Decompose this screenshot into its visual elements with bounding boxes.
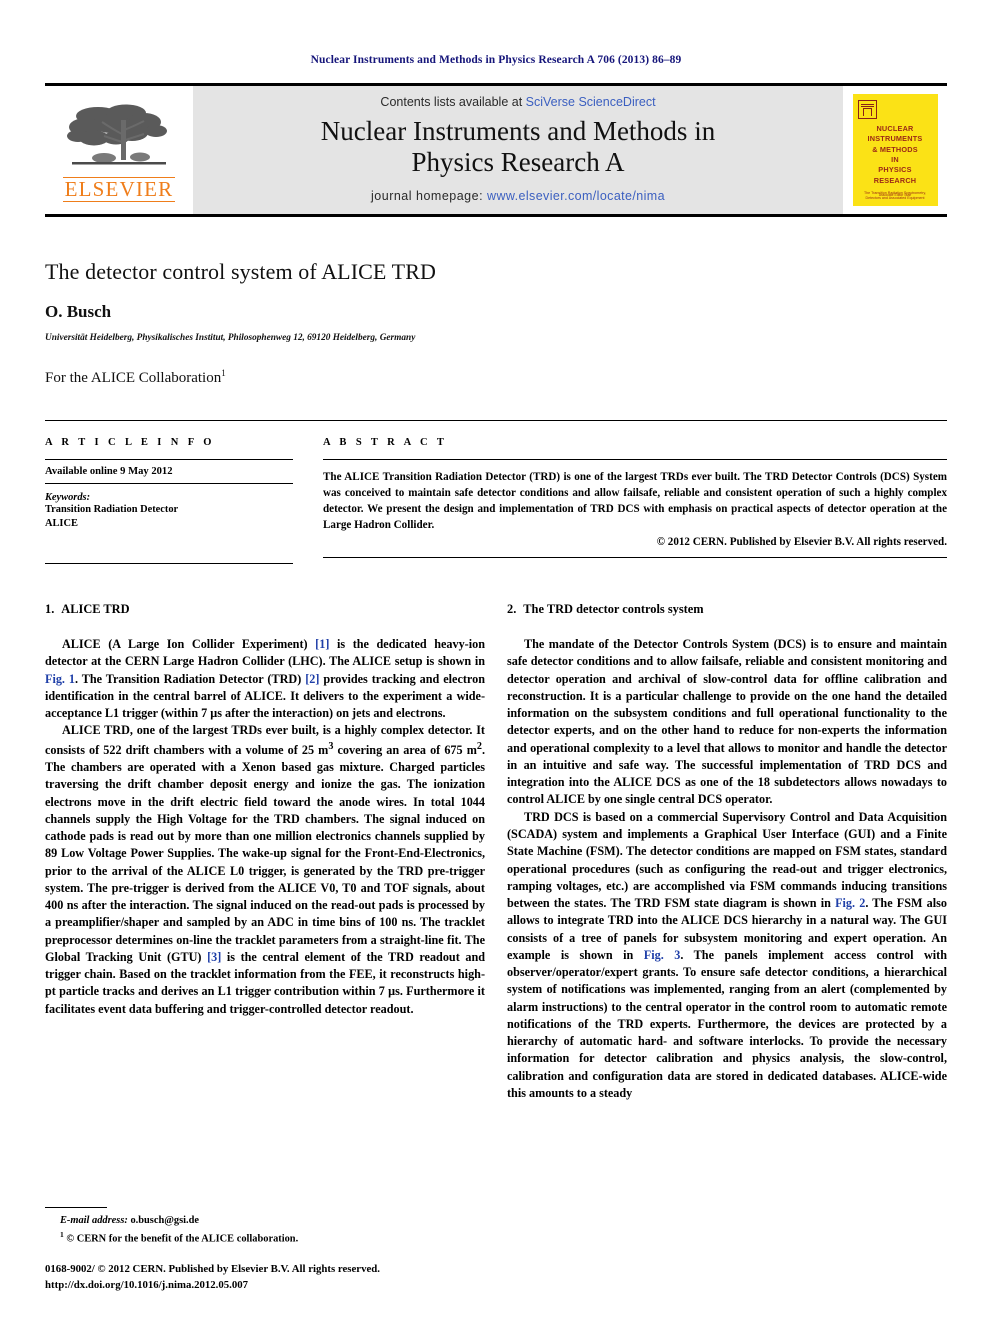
right-column: 2. The TRD detector controls system The m… (507, 602, 947, 1102)
keyword-item: Transition Radiation Detector (45, 504, 179, 515)
footnote-rule (45, 1207, 107, 1209)
abstract-rule-bottom (323, 557, 947, 559)
paragraph: TRD DCS is based on a commercial Supervi… (507, 809, 947, 1103)
collaboration-footnote: 1 © CERN for the benefit of the ALICE co… (45, 1229, 485, 1247)
text-run: . The panels implement access control wi… (507, 947, 947, 1100)
paragraph: The mandate of the Detector Controls Sys… (507, 637, 947, 807)
citation-link[interactable]: [2] (305, 672, 319, 686)
cover-title-line-6: RESEARCH (873, 175, 917, 185)
journal-cover-cell: NUCLEAR INSTRUMENTS & METHODS IN PHYSICS… (843, 86, 947, 214)
section-1-heading: 1. ALICE TRD (45, 602, 485, 617)
paragraph: ALICE (A Large Ion Collider Experiment) … (45, 636, 485, 722)
collaboration-line: For the ALICE Collaboration1 (45, 368, 947, 387)
cover-title: NUCLEAR INSTRUMENTS & METHODS IN PHYSICS… (858, 124, 933, 186)
section-2-heading: 2. The TRD detector controls system (507, 602, 947, 617)
author-affiliation: Universität Heidelberg, Physikalisches I… (45, 333, 416, 343)
body-columns: 1. ALICE TRD ALICE (A Large Ion Collider … (45, 602, 947, 1102)
journal-banner: Contents lists available at SciVerse Sci… (193, 86, 843, 214)
abstract-copyright: © 2012 CERN. Published by Elsevier B.V. … (656, 536, 947, 549)
journal-homepage-line: journal homepage: www.elsevier.com/locat… (371, 189, 665, 203)
author-name: O. Busch (45, 302, 112, 321)
available-online: Available online 9 May 2012 (45, 460, 293, 484)
abstract-column: A B S T R A C T The ALICE Transition Rad… (323, 437, 947, 564)
elsevier-tree-icon (67, 104, 167, 165)
paragraph: ALICE TRD, one of the largest TRDs ever … (45, 722, 485, 1018)
keyword-item: ALICE (45, 518, 78, 530)
title-block: The detector control system of ALICE TRD… (45, 259, 947, 387)
sciencedirect-link[interactable]: SciVerse ScienceDirect (526, 95, 656, 109)
section-2-number: 2. (507, 602, 517, 617)
cover-footer: Associate Editor Staff (878, 193, 912, 197)
abstract-text: The ALICE Transition Radiation Detector … (323, 471, 947, 532)
journal-masthead: ELSEVIER Contents lists available at Sci… (45, 83, 947, 217)
elsevier-logo: ELSEVIER (45, 86, 193, 214)
paper-page: Nuclear Instruments and Methods in Physi… (0, 0, 992, 1323)
section-2-title: The TRD detector controls system (523, 602, 704, 617)
homepage-prefix: journal homepage: (371, 188, 488, 203)
left-column: 1. ALICE TRD ALICE (A Large Ion Collider … (45, 602, 485, 1102)
journal-title: Nuclear Instruments and Methods in Physi… (321, 116, 715, 178)
journal-homepage-link[interactable]: www.elsevier.com/locate/nima (487, 189, 665, 203)
paper-title: The detector control system of ALICE TRD (45, 259, 436, 284)
text-run: covering an area of 675 m (333, 742, 477, 757)
figure-link[interactable]: Fig. 3 (644, 948, 681, 962)
article-info-rule-bottom (45, 563, 293, 565)
abstract-heading: A B S T R A C T (323, 437, 448, 448)
footnote-area: E-mail address: o.busch@gsi.de 1 © CERN … (45, 1207, 485, 1247)
text-run: . The Transition Radiation Detector (TRD… (75, 671, 306, 686)
cover-title-line-3: & METHODS (872, 144, 918, 154)
section-1-number: 1. (45, 602, 55, 617)
elsevier-wordmark: ELSEVIER (62, 176, 176, 203)
text-run: ALICE (A Large Ion Collider Experiment) (62, 637, 316, 652)
running-head: Nuclear Instruments and Methods in Physi… (310, 54, 682, 66)
email-address[interactable]: o.busch@gsi.de (130, 1215, 199, 1226)
keywords-label: Keywords: (45, 492, 91, 503)
journal-cover-thumbnail: NUCLEAR INSTRUMENTS & METHODS IN PHYSICS… (852, 94, 938, 206)
text-run: . The chambers are operated with a Xenon… (45, 742, 485, 964)
info-abstract-block: A R T I C L E I N F O Available online 9… (45, 420, 947, 565)
cover-publisher-icon (857, 100, 877, 119)
citation-link[interactable]: [3] (207, 950, 221, 964)
page-footer: 0168-9002/ © 2012 CERN. Published by Els… (45, 1261, 645, 1293)
figure-link[interactable]: Fig. 1 (45, 672, 75, 686)
contents-available-line: Contents lists available at SciVerse Sci… (380, 95, 655, 109)
journal-title-line-2: Physics Research A (411, 147, 625, 177)
email-footnote: E-mail address: o.busch@gsi.de (45, 1213, 485, 1229)
section-1-title: ALICE TRD (61, 602, 130, 617)
email-label: E-mail address: (60, 1215, 128, 1227)
contents-prefix: Contents lists available at (380, 95, 526, 110)
doi-link[interactable]: http://dx.doi.org/10.1016/j.nima.2012.05… (45, 1277, 645, 1293)
collaboration-text: For the ALICE Collaboration (45, 370, 222, 386)
article-info-column: A R T I C L E I N F O Available online 9… (45, 437, 293, 565)
citation-link[interactable]: [1] (315, 637, 329, 651)
cover-title-line-1: NUCLEAR (876, 124, 914, 133)
footnote-number: 1 (60, 1229, 64, 1239)
journal-title-line-1: Nuclear Instruments and Methods in (320, 116, 716, 147)
cover-title-line-5: PHYSICS (878, 165, 912, 175)
figure-link[interactable]: Fig. 2 (835, 896, 865, 910)
issn-copyright-line: 0168-9002/ © 2012 CERN. Published by Els… (45, 1262, 380, 1275)
cover-title-line-4: IN (891, 155, 899, 165)
abstract-rule-top (323, 459, 947, 460)
cover-title-line-2: INSTRUMENTS (867, 134, 923, 144)
article-info-heading: A R T I C L E I N F O (45, 437, 215, 448)
collaboration-footnote-marker[interactable]: 1 (221, 368, 226, 378)
footnote-text: © CERN for the benefit of the ALICE coll… (66, 1233, 299, 1245)
